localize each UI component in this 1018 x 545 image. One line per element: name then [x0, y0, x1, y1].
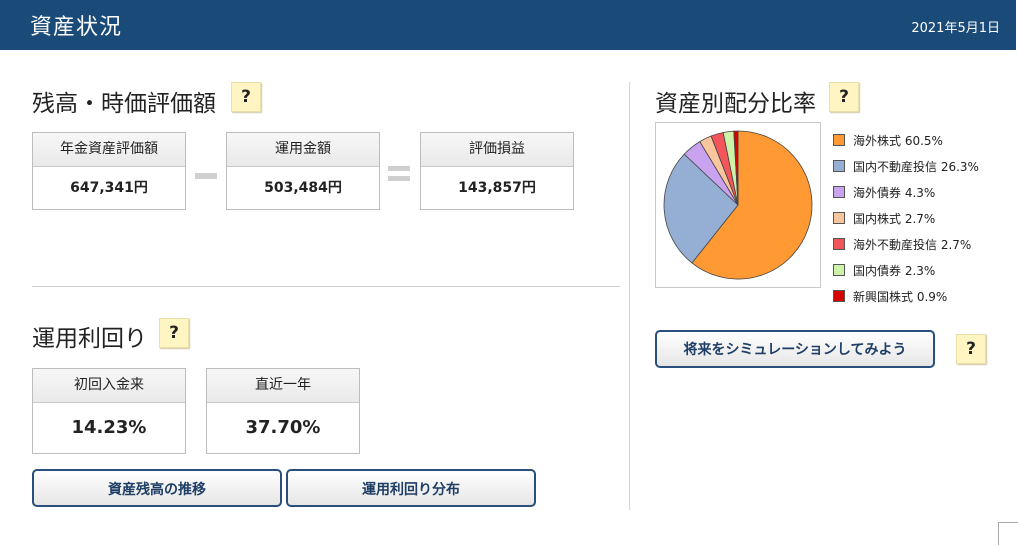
legend-swatch — [833, 134, 845, 146]
page-title: 資産状況 — [30, 15, 123, 40]
legend-label: 国内不動産投信 26.3% — [853, 160, 979, 174]
legend-swatch — [833, 290, 845, 302]
legend-label: 海外債券 4.3% — [853, 186, 936, 200]
balance-history-button[interactable]: 資産残高の推移 — [32, 469, 282, 507]
unrealized-gain-label: 評価損益 — [421, 133, 573, 167]
pension-asset-box: 年金資産評価額 647,341円 — [32, 132, 186, 210]
page-header: 資産状況 2021年5月1日 — [0, 0, 1018, 50]
resize-corner — [998, 522, 1018, 545]
last-year-box: 直近一年 37.70% — [206, 368, 360, 454]
header-date: 2021年5月1日 — [911, 21, 1000, 36]
pension-asset-label: 年金資産評価額 — [33, 133, 185, 167]
simulation-help-button[interactable]: ? — [956, 334, 986, 364]
legend-swatch — [833, 264, 845, 276]
simulation-button[interactable]: 将来をシミュレーションしてみよう — [655, 330, 935, 368]
legend-label: 国内債券 2.3% — [853, 264, 936, 278]
since-first-deposit-box: 初回入金来 14.23% — [32, 368, 186, 454]
legend-swatch — [833, 238, 845, 250]
allocation-title: 資産別配分比率 — [655, 91, 816, 117]
valuation-title: 残高・時価評価額 — [32, 91, 216, 117]
legend-label: 新興国株式 0.9% — [853, 290, 948, 304]
legend-label: 海外不動産投信 2.7% — [853, 238, 972, 252]
unrealized-gain-box: 評価損益 143,857円 — [420, 132, 574, 210]
minus-sign — [195, 173, 217, 179]
yield-title: 運用利回り — [32, 326, 147, 352]
column-divider — [629, 82, 630, 510]
unrealized-gain-value: 143,857円 — [458, 180, 536, 196]
legend-label: 海外株式 60.5% — [853, 134, 943, 148]
equals-sign-bottom — [388, 176, 410, 181]
equals-sign-top — [388, 166, 410, 171]
valuation-help-button[interactable]: ? — [231, 82, 261, 112]
yield-distribution-button[interactable]: 運用利回り分布 — [286, 469, 536, 507]
invested-amount-box: 運用金額 503,484円 — [226, 132, 380, 210]
legend-swatch — [833, 160, 845, 172]
last-year-label: 直近一年 — [207, 369, 359, 403]
allocation-pie-chart — [655, 122, 821, 288]
allocation-help-button[interactable]: ? — [829, 82, 859, 112]
last-year-value: 37.70% — [245, 417, 321, 438]
legend-label: 国内株式 2.7% — [853, 212, 936, 226]
yield-help-button[interactable]: ? — [159, 318, 189, 348]
since-first-deposit-label: 初回入金来 — [33, 369, 185, 403]
pension-asset-value: 647,341円 — [70, 180, 148, 196]
legend-swatch — [833, 186, 845, 198]
invested-amount-value: 503,484円 — [264, 180, 342, 196]
section-divider — [32, 286, 620, 287]
since-first-deposit-value: 14.23% — [71, 417, 147, 438]
pie-svg — [663, 130, 813, 280]
legend-swatch — [833, 212, 845, 224]
invested-amount-label: 運用金額 — [227, 133, 379, 167]
